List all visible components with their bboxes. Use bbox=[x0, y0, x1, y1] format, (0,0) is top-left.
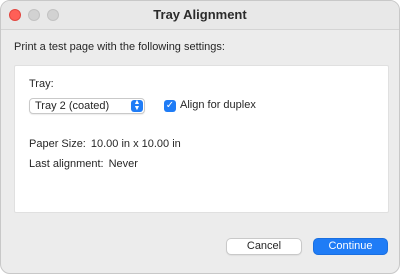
last-alignment-row: Last alignment: Never bbox=[29, 158, 138, 170]
intro-text: Print a test page with the following set… bbox=[14, 41, 225, 53]
tray-popup[interactable]: Tray 2 (coated) ▲ ▼ bbox=[29, 98, 145, 114]
last-alignment-value: Never bbox=[108, 158, 138, 170]
last-alignment-label: Last alignment: bbox=[29, 158, 104, 170]
cancel-button[interactable]: Cancel bbox=[226, 238, 302, 255]
up-down-chevrons-icon: ▲ ▼ bbox=[131, 99, 143, 112]
continue-button[interactable]: Continue bbox=[313, 238, 388, 255]
duplex-checkbox[interactable]: ✓ bbox=[164, 100, 176, 112]
window-title: Tray Alignment bbox=[153, 7, 247, 22]
duplex-label: Align for duplex bbox=[180, 99, 256, 111]
dialog-window: Tray Alignment Print a test page with th… bbox=[0, 0, 400, 274]
settings-panel: Tray: Tray 2 (coated) ▲ ▼ ✓ Align for dup… bbox=[14, 65, 389, 213]
title-bar[interactable]: Tray Alignment bbox=[1, 1, 399, 30]
checkmark-icon: ✓ bbox=[165, 100, 175, 111]
paper-size-value: 10.00 in x 10.00 in bbox=[90, 138, 181, 150]
paper-size-label: Paper Size: bbox=[29, 138, 86, 150]
paper-size-row: Paper Size: 10.00 in x 10.00 in bbox=[29, 138, 181, 150]
tray-label: Tray: bbox=[29, 78, 54, 90]
tray-popup-value: Tray 2 (coated) bbox=[35, 100, 110, 112]
